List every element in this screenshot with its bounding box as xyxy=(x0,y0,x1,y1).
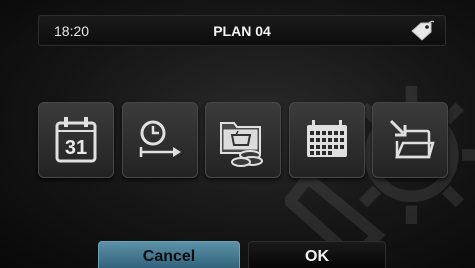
function-icon-row: 31 xyxy=(38,102,450,180)
status-bar: 18:20 PLAN 04 xyxy=(38,15,446,46)
calendar-grid-icon xyxy=(307,120,347,157)
plan-title: PLAN 04 xyxy=(213,23,271,39)
screen: 18:20 PLAN 04 31 Cancel OK xyxy=(0,0,475,268)
time-shift-button[interactable] xyxy=(122,102,198,178)
recipe-folder-coins-icon xyxy=(220,122,263,167)
time-shift-icon xyxy=(139,120,181,157)
calendar-day-icon: 31 xyxy=(55,117,97,163)
save-to-folder-button[interactable] xyxy=(372,102,448,178)
calendar-grid-button[interactable] xyxy=(289,102,365,178)
recipe-cost-button[interactable] xyxy=(205,102,281,178)
calendar-day-button[interactable]: 31 xyxy=(38,102,114,178)
ok-button[interactable]: OK xyxy=(248,241,386,268)
calendar-day-number: 31 xyxy=(65,137,87,159)
cancel-button[interactable]: Cancel xyxy=(98,241,240,268)
tag-icon[interactable] xyxy=(409,20,435,42)
save-to-folder-icon xyxy=(389,119,435,159)
